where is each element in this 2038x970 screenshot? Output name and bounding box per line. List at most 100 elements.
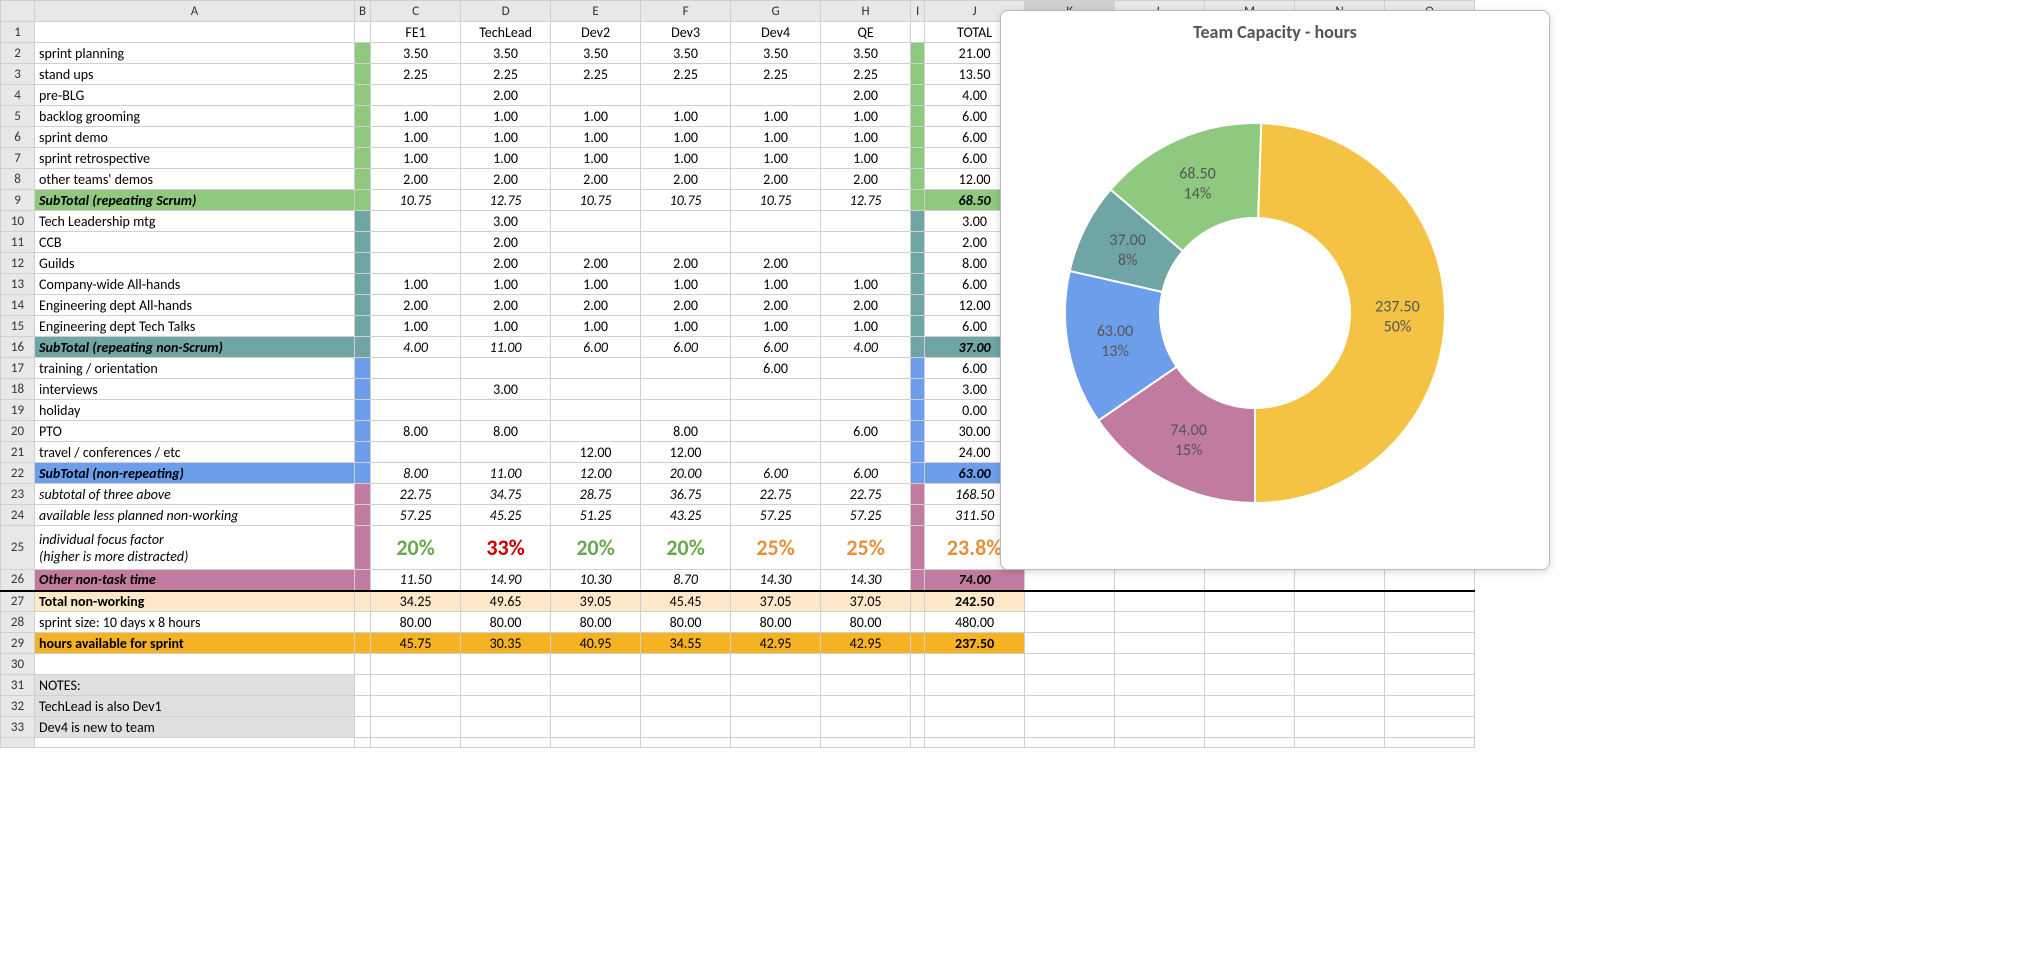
value-cell[interactable]: 3.50 bbox=[551, 43, 641, 64]
cell[interactable] bbox=[1115, 612, 1205, 633]
row-header[interactable]: 10 bbox=[1, 211, 35, 232]
value-cell[interactable]: 6.00 bbox=[551, 337, 641, 358]
label-cell[interactable]: Tech Leadership mtg bbox=[35, 211, 355, 232]
chart-container[interactable]: Team Capacity - hours 237.5050%68.5014%3… bbox=[1000, 10, 1550, 570]
value-cell[interactable]: 2.00 bbox=[461, 232, 551, 253]
value-cell[interactable]: 30.35 bbox=[461, 633, 551, 654]
edge-cell[interactable] bbox=[911, 337, 925, 358]
value-cell[interactable]: 1.00 bbox=[641, 106, 731, 127]
edge-cell[interactable] bbox=[355, 169, 371, 190]
value-cell[interactable]: 8.00 bbox=[371, 421, 461, 442]
row-header[interactable]: 18 bbox=[1, 379, 35, 400]
value-cell[interactable] bbox=[821, 211, 911, 232]
col-C[interactable]: C bbox=[371, 1, 461, 22]
value-cell[interactable]: 2.25 bbox=[641, 64, 731, 85]
value-cell[interactable]: 43.25 bbox=[641, 505, 731, 526]
value-cell[interactable]: 37.05 bbox=[821, 591, 911, 612]
cell[interactable] bbox=[355, 717, 371, 738]
edge-cell[interactable] bbox=[911, 421, 925, 442]
cell[interactable] bbox=[461, 696, 551, 717]
cell[interactable] bbox=[1115, 633, 1205, 654]
row-header[interactable]: 23 bbox=[1, 484, 35, 505]
value-cell[interactable]: 3.50 bbox=[461, 43, 551, 64]
cell[interactable] bbox=[551, 654, 641, 675]
value-cell[interactable]: 1.00 bbox=[551, 274, 641, 295]
edge-cell[interactable] bbox=[911, 442, 925, 463]
focus-factor[interactable]: 33% bbox=[461, 526, 551, 570]
cell[interactable] bbox=[371, 696, 461, 717]
row-header[interactable]: 26 bbox=[1, 570, 35, 591]
cell[interactable] bbox=[1295, 654, 1385, 675]
label-cell[interactable]: backlog grooming bbox=[35, 106, 355, 127]
total-cell[interactable]: 237.50 bbox=[925, 633, 1025, 654]
edge-cell[interactable] bbox=[355, 442, 371, 463]
value-cell[interactable] bbox=[641, 400, 731, 421]
label-cell[interactable]: Guilds bbox=[35, 253, 355, 274]
label-cell[interactable]: pre-BLG bbox=[35, 85, 355, 106]
value-cell[interactable]: 2.25 bbox=[731, 64, 821, 85]
cell[interactable] bbox=[461, 675, 551, 696]
col-D[interactable]: D bbox=[461, 1, 551, 22]
value-cell[interactable]: 12.75 bbox=[821, 190, 911, 211]
value-cell[interactable]: 1.00 bbox=[731, 148, 821, 169]
value-cell[interactable] bbox=[371, 400, 461, 421]
value-cell[interactable]: 8.00 bbox=[641, 421, 731, 442]
value-cell[interactable]: 40.95 bbox=[551, 633, 641, 654]
value-cell[interactable]: 1.00 bbox=[551, 148, 641, 169]
value-cell[interactable]: 1.00 bbox=[551, 316, 641, 337]
row-header[interactable]: 2 bbox=[1, 43, 35, 64]
cell[interactable] bbox=[1205, 633, 1295, 654]
value-cell[interactable]: 28.75 bbox=[551, 484, 641, 505]
edge-cell[interactable] bbox=[911, 463, 925, 484]
value-cell[interactable]: 1.00 bbox=[461, 106, 551, 127]
row-header[interactable]: 6 bbox=[1, 127, 35, 148]
value-cell[interactable]: 2.00 bbox=[461, 169, 551, 190]
notes-cell[interactable]: TechLead is also Dev1 bbox=[35, 696, 355, 717]
edge-cell[interactable] bbox=[355, 316, 371, 337]
value-cell[interactable]: 22.75 bbox=[731, 484, 821, 505]
edge-cell[interactable] bbox=[911, 169, 925, 190]
value-cell[interactable]: 2.00 bbox=[371, 169, 461, 190]
header-E[interactable]: Dev2 bbox=[551, 22, 641, 43]
value-cell[interactable]: 1.00 bbox=[461, 316, 551, 337]
value-cell[interactable]: 51.25 bbox=[551, 505, 641, 526]
edge-cell[interactable] bbox=[355, 358, 371, 379]
cell[interactable] bbox=[35, 738, 355, 748]
cell[interactable] bbox=[1385, 570, 1475, 591]
cell[interactable] bbox=[1025, 738, 1115, 748]
cell[interactable] bbox=[1385, 654, 1475, 675]
label-cell[interactable]: Engineering dept Tech Talks bbox=[35, 316, 355, 337]
cell[interactable] bbox=[1295, 675, 1385, 696]
cell[interactable] bbox=[1385, 696, 1475, 717]
cell[interactable] bbox=[911, 654, 925, 675]
cell[interactable] bbox=[1205, 696, 1295, 717]
value-cell[interactable] bbox=[731, 400, 821, 421]
value-cell[interactable]: 1.00 bbox=[821, 316, 911, 337]
data-row[interactable]: 26Other non-task time11.5014.9010.308.70… bbox=[1, 570, 1475, 591]
value-cell[interactable]: 11.00 bbox=[461, 463, 551, 484]
cell[interactable] bbox=[821, 654, 911, 675]
value-cell[interactable]: 4.00 bbox=[371, 337, 461, 358]
edge-cell[interactable] bbox=[355, 85, 371, 106]
row-header[interactable]: 20 bbox=[1, 421, 35, 442]
cell[interactable] bbox=[551, 738, 641, 748]
label-cell[interactable]: other teams' demos bbox=[35, 169, 355, 190]
cell[interactable] bbox=[1025, 654, 1115, 675]
cell[interactable] bbox=[641, 717, 731, 738]
label-cell[interactable]: hours available for sprint bbox=[35, 633, 355, 654]
label-cell[interactable]: stand ups bbox=[35, 64, 355, 85]
value-cell[interactable]: 1.00 bbox=[641, 148, 731, 169]
cell[interactable] bbox=[1295, 738, 1385, 748]
label-cell[interactable]: Other non-task time bbox=[35, 570, 355, 591]
edge-cell[interactable] bbox=[355, 64, 371, 85]
value-cell[interactable]: 80.00 bbox=[641, 612, 731, 633]
edge-cell[interactable] bbox=[355, 421, 371, 442]
cell[interactable] bbox=[911, 717, 925, 738]
edge-cell[interactable] bbox=[911, 505, 925, 526]
cell[interactable] bbox=[731, 654, 821, 675]
cell[interactable] bbox=[1385, 738, 1475, 748]
row-header[interactable]: 31 bbox=[1, 675, 35, 696]
edge-cell[interactable] bbox=[911, 612, 925, 633]
label-cell[interactable]: SubTotal (non-repeating) bbox=[35, 463, 355, 484]
row-header[interactable]: 5 bbox=[1, 106, 35, 127]
